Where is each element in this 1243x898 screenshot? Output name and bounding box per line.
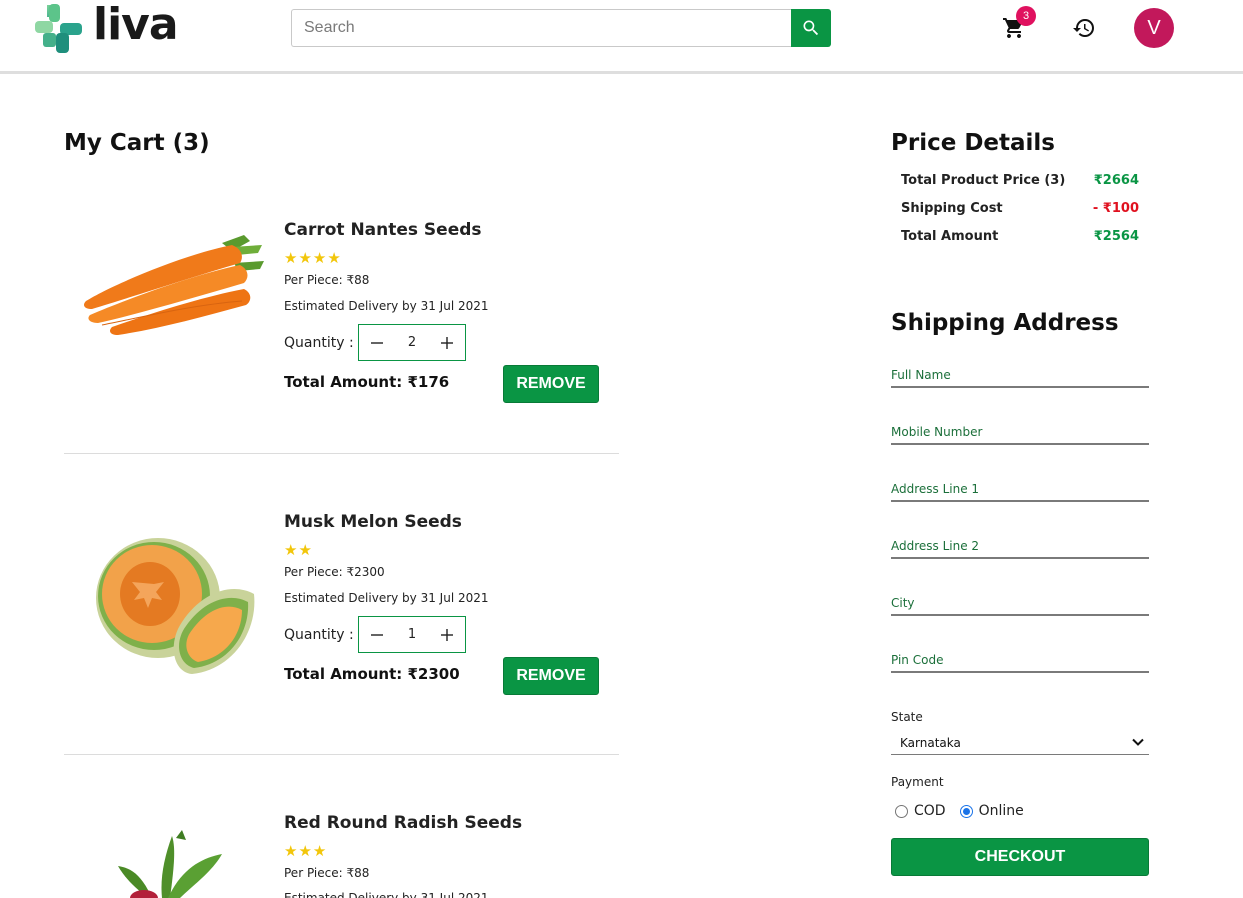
item-total-amount: Total Amount: ₹176 — [284, 373, 450, 391]
delivery-estimate: Estimated Delivery by 31 Jul 2021 — [284, 591, 489, 605]
search-input[interactable] — [291, 9, 791, 47]
state-label: State — [891, 710, 923, 724]
per-piece-price: Per Piece: ₹2300 — [284, 565, 385, 579]
increase-quantity-button[interactable] — [429, 617, 465, 652]
price-label: Total Amount — [901, 229, 999, 244]
price-label: Total Product Price (3) — [901, 173, 1066, 188]
mobile-number-field[interactable] — [891, 421, 1149, 445]
brand-logo[interactable]: liva — [33, 0, 179, 55]
quantity-value: 1 — [407, 627, 417, 642]
minus-icon — [371, 341, 383, 344]
product-name[interactable]: Red Round Radish Seeds — [284, 813, 522, 833]
address-line-2-field[interactable] — [891, 535, 1149, 559]
address-line-1-field[interactable] — [891, 478, 1149, 502]
full-name-field[interactable] — [891, 364, 1149, 388]
user-avatar[interactable]: V — [1134, 8, 1174, 48]
city-field[interactable] — [891, 592, 1149, 616]
per-piece-price: Per Piece: ₹88 — [284, 866, 370, 880]
online-radio[interactable] — [959, 804, 973, 818]
product-image-radish[interactable] — [72, 828, 268, 898]
plus-icon — [441, 628, 453, 641]
price-details-title: Price Details — [891, 130, 1055, 156]
cart-item: Carrot Nantes Seeds ★★★★ Per Piece: ₹88 … — [64, 205, 619, 415]
remove-button[interactable]: REMOVE — [503, 365, 599, 403]
chevron-down-icon — [1132, 738, 1144, 746]
search-icon — [803, 20, 819, 36]
cod-radio[interactable] — [895, 804, 908, 818]
item-total-amount: Total Amount: ₹2300 — [284, 665, 460, 683]
product-name[interactable]: Musk Melon Seeds — [284, 512, 462, 532]
search-bar — [291, 9, 831, 47]
decrease-quantity-button[interactable] — [359, 325, 395, 360]
product-image-musk-melon[interactable] — [72, 502, 268, 702]
payment-options: COD Online — [895, 803, 1024, 819]
state-select[interactable]: Karnataka — [891, 731, 1149, 755]
product-name[interactable]: Carrot Nantes Seeds — [284, 220, 482, 240]
per-piece-price: Per Piece: ₹88 — [284, 273, 370, 287]
item-divider — [64, 754, 619, 755]
price-row-total-product: Total Product Price (3) ₹2664 — [901, 173, 1141, 188]
price-label: Shipping Cost — [901, 201, 1003, 216]
product-image-carrot[interactable] — [72, 205, 268, 345]
price-value: ₹2564 — [1093, 229, 1139, 244]
state-selected-value: Karnataka — [900, 735, 961, 750]
checkout-button[interactable]: CHECKOUT — [891, 838, 1149, 876]
quantity-stepper: 2 — [358, 324, 466, 361]
quantity-label: Quantity : — [284, 335, 354, 351]
quantity-stepper: 1 — [358, 616, 466, 653]
rating-stars: ★★ — [284, 541, 313, 559]
price-row-shipping-cost: Shipping Cost - ₹100 — [901, 201, 1141, 216]
top-header: liva 3 V — [0, 0, 1243, 74]
logo-wordmark: liva — [93, 0, 179, 50]
item-divider — [64, 453, 619, 454]
payment-label: Payment — [891, 775, 944, 789]
minus-icon — [371, 633, 383, 636]
pin-code-field[interactable] — [891, 649, 1149, 673]
online-label: Online — [978, 803, 1024, 819]
search-button[interactable] — [791, 9, 831, 47]
remove-button[interactable]: REMOVE — [503, 657, 599, 695]
price-row-total-amount: Total Amount ₹2564 — [901, 229, 1141, 244]
rating-stars: ★★★★ — [284, 249, 342, 267]
increase-quantity-button[interactable] — [429, 325, 465, 360]
rating-stars: ★★★ — [284, 842, 328, 860]
quantity-value: 2 — [407, 335, 417, 350]
delivery-estimate: Estimated Delivery by 31 Jul 2021 — [284, 299, 489, 313]
plus-icon — [441, 336, 453, 349]
cart-item: Red Round Radish Seeds ★★★ Per Piece: ₹8… — [64, 798, 619, 898]
quantity-label: Quantity : — [284, 627, 354, 643]
price-value: - ₹100 — [1092, 201, 1139, 216]
decrease-quantity-button[interactable] — [359, 617, 395, 652]
cart-count-badge: 3 — [1016, 6, 1036, 26]
cart-item: Musk Melon Seeds ★★ Per Piece: ₹2300 Est… — [64, 497, 619, 707]
history-icon[interactable] — [1072, 16, 1096, 40]
cart-title: My Cart (3) — [64, 130, 210, 156]
shipping-address-title: Shipping Address — [891, 310, 1119, 336]
price-value: ₹2664 — [1093, 173, 1139, 188]
logo-mark-icon — [35, 4, 82, 53]
delivery-estimate: Estimated Delivery by 31 Jul 2021 — [284, 891, 489, 898]
cod-label: COD — [914, 803, 946, 819]
